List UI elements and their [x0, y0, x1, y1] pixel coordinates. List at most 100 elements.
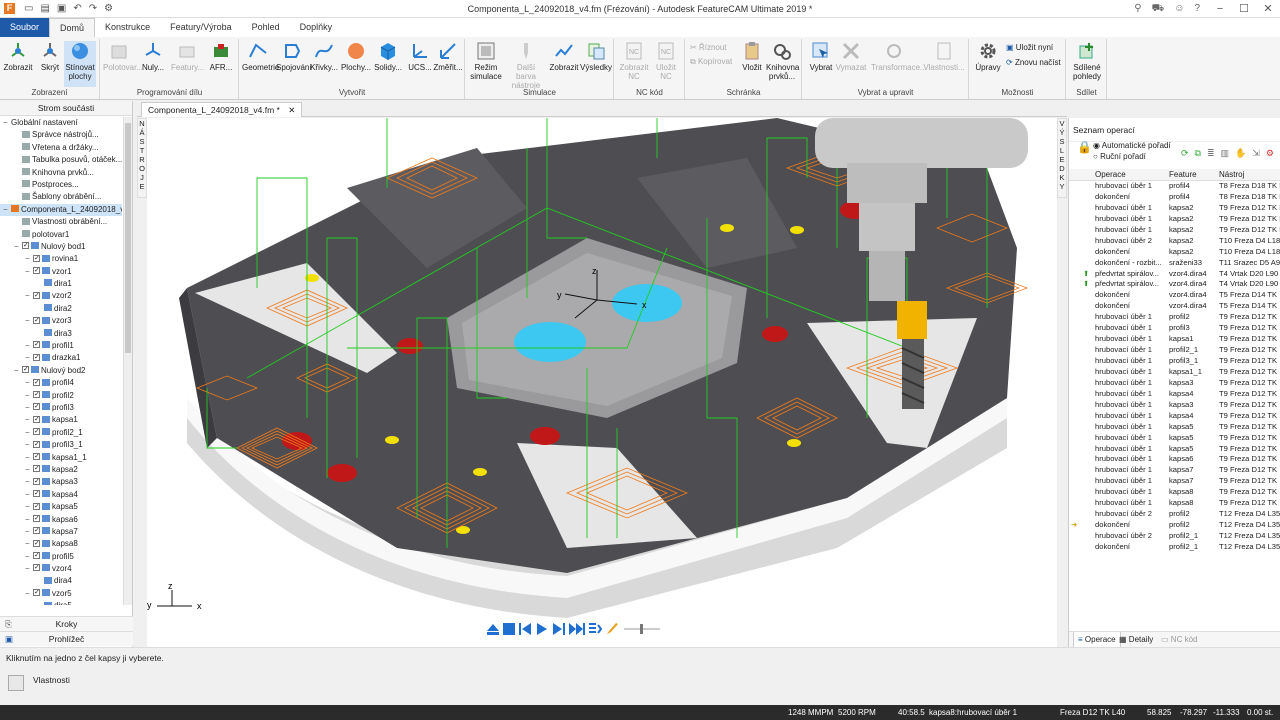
- surfaces-button[interactable]: Plochy...: [340, 41, 372, 72]
- tab-pohled[interactable]: Pohled: [242, 18, 290, 37]
- operation-row[interactable]: hrubovací úběr 1 kapsa3 T9 Freza D12 TK: [1069, 400, 1280, 411]
- show-nc-button[interactable]: NC Zobrazit NC: [618, 41, 650, 81]
- tree-item[interactable]: − ✓ kapsa3: [0, 476, 122, 488]
- operation-row[interactable]: dokončení vzor4.dira4 T5 Freza D14 TK: [1069, 290, 1280, 301]
- tree-checkbox[interactable]: ✓: [33, 341, 40, 349]
- tree-item[interactable]: − ✓ Nulový bod1: [0, 241, 122, 253]
- shade-surfaces-button[interactable]: Stínovat plochy: [64, 41, 96, 87]
- tree-item[interactable]: dira5: [0, 600, 122, 605]
- tab-featury-vyroba[interactable]: Featury/Výroba: [160, 18, 242, 37]
- tools-icon[interactable]: ⚙: [1266, 148, 1274, 159]
- operation-row[interactable]: hrubovací úběr 1 kapsa5 T9 Freza D12 TK: [1069, 422, 1280, 433]
- tree-checkbox[interactable]: ✓: [33, 440, 40, 448]
- expand-icon[interactable]: ⇲: [1252, 148, 1260, 159]
- tree-item[interactable]: Vlastnosti obrábění...: [0, 216, 122, 228]
- operation-row[interactable]: hrubovací úběr 1 kapsa5 T9 Freza D12 TK: [1069, 444, 1280, 455]
- select-button[interactable]: Vybrat: [805, 41, 837, 72]
- tree-item[interactable]: − Globální nastavení: [0, 117, 122, 129]
- tree-item[interactable]: − ✓ kapsa4: [0, 489, 122, 501]
- afr-button[interactable]: AFR...: [205, 41, 237, 72]
- tree-checkbox[interactable]: ✓: [33, 316, 40, 324]
- properties-icon[interactable]: [8, 675, 24, 691]
- collapse-icon[interactable]: −: [14, 365, 22, 377]
- maximize-button[interactable]: ☐: [1232, 0, 1256, 18]
- tree-checkbox[interactable]: ✓: [33, 291, 40, 299]
- search-icon[interactable]: ⚲: [1134, 3, 1141, 16]
- tree-item[interactable]: dira4: [0, 575, 122, 587]
- tree-checkbox[interactable]: ✓: [33, 452, 40, 460]
- show-button[interactable]: Zobrazit: [2, 41, 34, 72]
- eject-icon[interactable]: [486, 623, 500, 635]
- tree-item[interactable]: Tabulka posuvů, otáček...: [0, 154, 122, 166]
- transform-button[interactable]: Transformace...: [871, 41, 927, 72]
- properties-button[interactable]: Vlastnosti...: [923, 41, 965, 72]
- tree-item[interactable]: − ✓ profil2: [0, 390, 122, 402]
- operation-row[interactable]: hrubovací úběr 1 kapsa8 T9 Freza D12 TK: [1069, 498, 1280, 509]
- collapse-icon[interactable]: −: [25, 377, 33, 389]
- operation-row[interactable]: hrubovací úběr 1 kapsa5 T9 Freza D12 TK: [1069, 433, 1280, 444]
- tree-checkbox[interactable]: ✓: [33, 415, 40, 423]
- operation-row[interactable]: hrubovací úběr 1 kapsa6 T9 Freza D12 TK: [1069, 454, 1280, 465]
- operation-row[interactable]: ⬆ předvrtat spirálov... vzor4.dira4 T4 Vrta…: [1069, 269, 1280, 280]
- tree-item[interactable]: − ✓ vzor3: [0, 315, 122, 327]
- collapse-icon[interactable]: −: [25, 551, 33, 563]
- tree-item[interactable]: − ✓ profil2_1: [0, 427, 122, 439]
- refresh-icon[interactable]: ⟳: [1181, 148, 1189, 159]
- operation-row[interactable]: hrubovací úběr 2 profil2 T12 Freza D4 L35: [1069, 509, 1280, 520]
- tree-item[interactable]: − ✓ kapsa5: [0, 501, 122, 513]
- collapse-icon[interactable]: −: [25, 266, 33, 278]
- operation-row[interactable]: hrubovací úběr 2 kapsa2 T10 Freza D4 L18: [1069, 236, 1280, 247]
- tree-item[interactable]: − ✓ profil5: [0, 551, 122, 563]
- tree-checkbox[interactable]: ✓: [33, 589, 40, 597]
- columns-icon[interactable]: ▥: [1221, 148, 1230, 159]
- copy-op-icon[interactable]: ⧉: [1195, 148, 1201, 159]
- tree-item[interactable]: dira2: [0, 303, 122, 315]
- tree-checkbox[interactable]: ✓: [33, 390, 40, 398]
- save-nc-button[interactable]: NC Uložit NC: [650, 41, 682, 81]
- collapse-icon[interactable]: −: [25, 514, 33, 526]
- collapse-icon[interactable]: −: [3, 204, 11, 216]
- operation-row[interactable]: hrubovací úběr 1 kapsa2 T9 Freza D12 TK L: [1069, 225, 1280, 236]
- tree-checkbox[interactable]: ✓: [33, 514, 40, 522]
- sim-show-button[interactable]: Zobrazit: [548, 41, 580, 72]
- join-button[interactable]: Spojování: [276, 41, 312, 72]
- tree-item[interactable]: − ✓ vzor2: [0, 290, 122, 302]
- operation-row[interactable]: dokončení kapsa2 T10 Freza D4 L18: [1069, 247, 1280, 258]
- results-button[interactable]: Výsledky: [580, 41, 612, 72]
- operation-row[interactable]: hrubovací úběr 1 profil2_1 T9 Freza D12 TK: [1069, 345, 1280, 356]
- tree-checkbox[interactable]: ✓: [33, 490, 40, 498]
- collapse-icon[interactable]: −: [25, 402, 33, 414]
- tree-checkbox[interactable]: ✓: [33, 254, 40, 262]
- measure-button[interactable]: Změřit...: [432, 41, 464, 72]
- collapse-icon[interactable]: −: [25, 414, 33, 426]
- tree-item[interactable]: polotovar1: [0, 229, 122, 241]
- tree-item[interactable]: − ✓ kapsa7: [0, 526, 122, 538]
- tree-item[interactable]: Knihovna prvků...: [0, 167, 122, 179]
- paste-button[interactable]: Vložit: [736, 41, 768, 72]
- edit-options-button[interactable]: Úpravy: [972, 41, 1004, 72]
- collapse-icon[interactable]: −: [25, 315, 33, 327]
- tools-strip[interactable]: NÁSTROJE: [137, 118, 147, 198]
- setups-button[interactable]: Nuly...: [137, 41, 169, 72]
- solids-button[interactable]: Solidy...: [372, 41, 404, 72]
- tab-detaily[interactable]: ▦ Detaily: [1119, 632, 1153, 648]
- 3d-viewport[interactable]: z x y z x y: [147, 118, 1057, 647]
- tree-item[interactable]: − ✓ kapsa1_1: [0, 452, 122, 464]
- steps-tab[interactable]: ⎘ Kroky: [0, 616, 133, 631]
- collapse-icon[interactable]: −: [25, 563, 33, 575]
- operation-row[interactable]: hrubovací úběr 1 profil3_1 T9 Freza D12 TK: [1069, 356, 1280, 367]
- collapse-icon[interactable]: −: [25, 464, 33, 476]
- operation-row[interactable]: hrubovací úběr 1 kapsa7 T9 Freza D12 TK: [1069, 476, 1280, 487]
- reload-button[interactable]: ⟳ Znovu načíst: [1006, 58, 1061, 68]
- tree-checkbox[interactable]: ✓: [33, 403, 40, 411]
- tree-item[interactable]: Šablony obrábění...: [0, 191, 122, 203]
- collapse-icon[interactable]: −: [25, 253, 33, 265]
- operation-row[interactable]: dokončení profil2_1 T12 Freza D4 L35: [1069, 542, 1280, 553]
- document-tab[interactable]: Componenta_L_24092018_v4.fm * ✕: [141, 102, 303, 117]
- tree-checkbox[interactable]: ✓: [33, 267, 40, 275]
- help-icon[interactable]: ?: [1194, 3, 1200, 16]
- collapse-icon[interactable]: −: [25, 439, 33, 451]
- results-strip[interactable]: VÝSLEDKY: [1057, 118, 1067, 198]
- operation-row[interactable]: hrubovací úběr 1 kapsa2 T9 Freza D12 TK L: [1069, 203, 1280, 214]
- tree-item[interactable]: dira3: [0, 328, 122, 340]
